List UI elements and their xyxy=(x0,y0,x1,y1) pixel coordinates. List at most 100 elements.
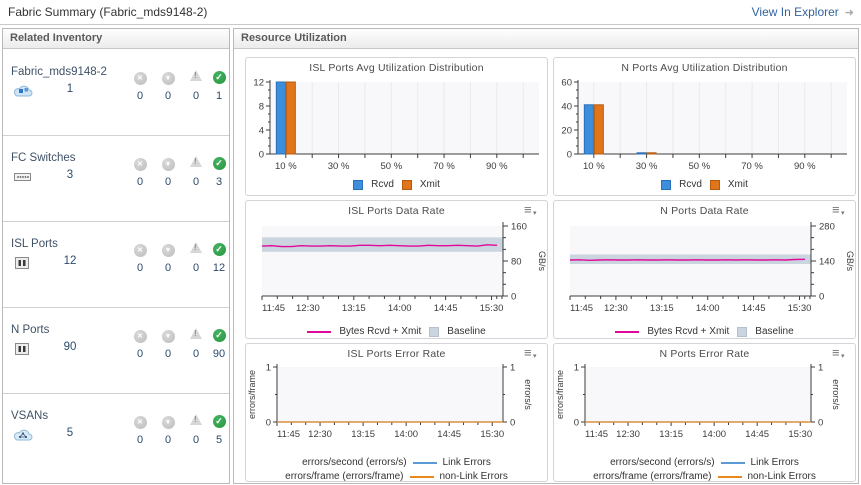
legend-swatch-xmit xyxy=(710,180,720,190)
svg-text:15:30: 15:30 xyxy=(480,429,504,440)
legend-row: errors/frame (errors/frame)non-Link Erro… xyxy=(285,471,508,482)
chart-legend: errors/second (errors/s)Link Errorserror… xyxy=(554,457,855,482)
status-down-count: 0 xyxy=(158,262,178,274)
status-warning-count: 0 xyxy=(186,348,206,360)
inventory-list: Fabric_mds9148-21✕0▾00✓1FC Switches3✕0▾0… xyxy=(3,50,229,483)
svg-text:50 %: 50 % xyxy=(380,161,402,172)
legend-label: Link Errors xyxy=(751,457,799,468)
svg-text:1: 1 xyxy=(510,363,515,374)
ok-icon: ✓ xyxy=(213,329,226,342)
chart-n-ports-error-rate: N Ports Error Rate 01errors/frame01error… xyxy=(553,343,856,482)
svg-text:280: 280 xyxy=(819,222,835,233)
status-critical-count: 0 xyxy=(130,434,150,446)
critical-icon: ✕ xyxy=(134,158,147,171)
legend-swatch-link-errors xyxy=(413,462,437,464)
status-warning: 0 xyxy=(186,239,206,274)
chart-options-icon[interactable] xyxy=(832,204,848,218)
down-icon: ▾ xyxy=(162,158,175,171)
legend-axis-note: errors/frame (errors/frame) xyxy=(285,471,403,482)
chart-isl-ports-data-rate: ISL Ports Data Rate 080160GB/s11:4512:30… xyxy=(245,200,548,339)
legend-label: Baseline xyxy=(447,326,485,337)
status-down: ▾0 xyxy=(158,239,178,274)
svg-text:11:45: 11:45 xyxy=(262,303,285,314)
legend-swatch-baseline xyxy=(429,327,439,337)
svg-text:15:30: 15:30 xyxy=(788,303,812,314)
chart-legend: RcvdXmit xyxy=(554,179,855,190)
status-ok: ✓12 xyxy=(209,239,229,274)
view-in-explorer-link[interactable]: View In Explorer xyxy=(752,5,839,19)
svg-text:0: 0 xyxy=(567,150,572,161)
legend-swatch-rcvd xyxy=(353,180,363,190)
chart-plot: 080160GB/s11:4512:3013:1514:0014:4515:30 xyxy=(246,217,547,326)
status-warning: 0 xyxy=(186,67,206,102)
status-warning-count: 0 xyxy=(186,262,206,274)
legend-swatch-non-link-errors xyxy=(410,476,434,478)
svg-text:errors/frame: errors/frame xyxy=(247,370,257,419)
svg-text:GB/s: GB/s xyxy=(537,251,547,272)
svg-text:90 %: 90 % xyxy=(794,161,816,172)
chart-plot: 0481210 %30 %50 %70 %90 % xyxy=(246,74,547,179)
inventory-item-count: 1 xyxy=(55,83,85,95)
svg-text:14:45: 14:45 xyxy=(434,303,458,314)
inventory-row-fabric-mds9148-2[interactable]: Fabric_mds9148-21✕0▾00✓1 xyxy=(3,50,229,136)
svg-text:0: 0 xyxy=(266,418,271,429)
charts-grid: ISL Ports Avg Utilization Distribution 0… xyxy=(234,50,858,483)
svg-text:0: 0 xyxy=(819,292,824,303)
chart-legend: Bytes Rcvd + XmitBaseline xyxy=(246,326,547,337)
legend-swatch-non-link-errors xyxy=(718,476,742,478)
inventory-item-count: 12 xyxy=(55,255,85,267)
svg-text:160: 160 xyxy=(511,222,527,233)
down-icon: ▾ xyxy=(162,72,175,85)
svg-text:12:30: 12:30 xyxy=(604,303,628,314)
svg-text:4: 4 xyxy=(259,126,264,137)
status-critical-count: 0 xyxy=(130,90,150,102)
chart-isl-ports-error-rate: ISL Ports Error Rate 01errors/frame01err… xyxy=(245,343,548,482)
legend-row: errors/frame (errors/frame)non-Link Erro… xyxy=(593,471,816,482)
warning-icon xyxy=(190,156,202,167)
inventory-row-isl-ports[interactable]: ISL Ports12✕0▾00✓12 xyxy=(3,222,229,308)
svg-text:80: 80 xyxy=(511,257,522,268)
legend-label: Xmit xyxy=(728,179,748,190)
fc-switch-icon xyxy=(13,169,33,185)
port-icon xyxy=(13,341,33,357)
chart-options-icon[interactable] xyxy=(524,347,540,361)
inventory-row-fc-switches[interactable]: FC Switches3✕0▾00✓3 xyxy=(3,136,229,222)
related-inventory-header: Related Inventory xyxy=(3,29,229,49)
svg-text:12: 12 xyxy=(253,78,264,89)
legend-swatch-bytes-rcvd-xmit xyxy=(307,331,331,333)
legend-axis-note: errors/second (errors/s) xyxy=(302,457,406,468)
svg-text:0: 0 xyxy=(574,418,579,429)
svg-text:10 %: 10 % xyxy=(583,161,605,172)
chart-title: ISL Ports Error Rate xyxy=(246,348,547,360)
status-down-count: 0 xyxy=(158,176,178,188)
chart-options-icon[interactable] xyxy=(832,347,848,361)
svg-text:14:45: 14:45 xyxy=(745,429,769,440)
svg-text:14:00: 14:00 xyxy=(388,303,412,314)
svg-text:13:15: 13:15 xyxy=(659,429,683,440)
legend-swatch-baseline xyxy=(737,327,747,337)
chart-legend: errors/second (errors/s)Link Errorserror… xyxy=(246,457,547,482)
status-critical: ✕0 xyxy=(130,325,150,360)
svg-text:GB/s: GB/s xyxy=(845,251,855,272)
chart-plot: 01errors/frame01errors/s11:4512:3013:151… xyxy=(554,360,855,457)
warning-icon xyxy=(190,328,202,339)
status-ok: ✓1 xyxy=(209,67,229,102)
legend-label: Rcvd xyxy=(371,179,394,190)
svg-text:10 %: 10 % xyxy=(275,161,297,172)
svg-text:15:30: 15:30 xyxy=(480,303,504,314)
status-down: ▾0 xyxy=(158,325,178,360)
page-title: Fabric Summary (Fabric_mds9148-2) xyxy=(0,5,752,19)
legend-label: Bytes Rcvd + Xmit xyxy=(647,326,729,337)
status-ok-count: 12 xyxy=(209,262,229,274)
critical-icon: ✕ xyxy=(134,416,147,429)
inventory-row-n-ports[interactable]: N Ports90✕0▾00✓90 xyxy=(3,308,229,394)
chart-options-icon[interactable] xyxy=(524,204,540,218)
svg-text:1: 1 xyxy=(574,363,579,374)
legend-label: non-Link Errors xyxy=(748,471,816,482)
critical-icon: ✕ xyxy=(134,244,147,257)
inventory-row-vsans[interactable]: VSANs5✕0▾00✓5 xyxy=(3,394,229,480)
related-inventory-panel: Related Inventory Fabric_mds9148-21✕0▾00… xyxy=(2,28,230,484)
svg-text:15:30: 15:30 xyxy=(788,429,812,440)
svg-text:14:00: 14:00 xyxy=(696,303,720,314)
svg-text:errors/s: errors/s xyxy=(831,379,841,410)
